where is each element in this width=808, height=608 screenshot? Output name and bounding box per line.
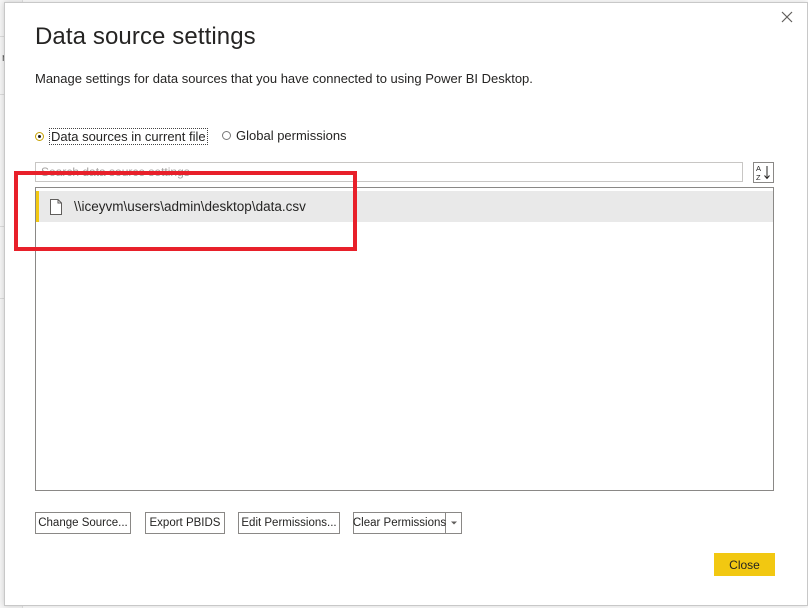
export-pbids-button[interactable]: Export PBIDS: [145, 512, 225, 534]
svg-text:A: A: [756, 164, 761, 173]
clear-permissions-split-button: Clear Permissions: [353, 512, 462, 534]
clear-permissions-button[interactable]: Clear Permissions: [353, 512, 446, 534]
clear-permissions-dropdown[interactable]: [446, 512, 462, 534]
search-input[interactable]: [35, 162, 743, 182]
data-source-path: \\iceyvm\users\admin\desktop\data.csv: [74, 199, 306, 214]
radio-label-global-permissions: Global permissions: [236, 128, 347, 143]
radio-current-file[interactable]: Data sources in current file: [35, 128, 208, 145]
radio-label-current-file: Data sources in current file: [49, 128, 208, 145]
sort-az-icon: A Z: [756, 164, 770, 182]
svg-text:Z: Z: [756, 173, 761, 182]
list-item[interactable]: \\iceyvm\users\admin\desktop\data.csv: [36, 191, 773, 222]
data-source-list: \\iceyvm\users\admin\desktop\data.csv: [35, 187, 774, 491]
edit-permissions-button[interactable]: Edit Permissions...: [238, 512, 340, 534]
change-source-button[interactable]: Change Source...: [35, 512, 131, 534]
data-source-settings-dialog: Data source settings Manage settings for…: [4, 2, 808, 606]
chevron-down-icon: [450, 521, 457, 525]
dialog-title: Data source settings: [35, 23, 256, 50]
file-icon: [50, 198, 62, 215]
sort-button[interactable]: A Z: [753, 162, 774, 183]
radio-global-permissions[interactable]: Global permissions: [222, 128, 347, 143]
close-button[interactable]: Close: [714, 553, 775, 576]
close-icon[interactable]: [779, 9, 795, 25]
radio-selected-icon: [35, 132, 44, 141]
dialog-subtitle: Manage settings for data sources that yo…: [35, 71, 533, 86]
radio-unselected-icon: [222, 131, 231, 140]
